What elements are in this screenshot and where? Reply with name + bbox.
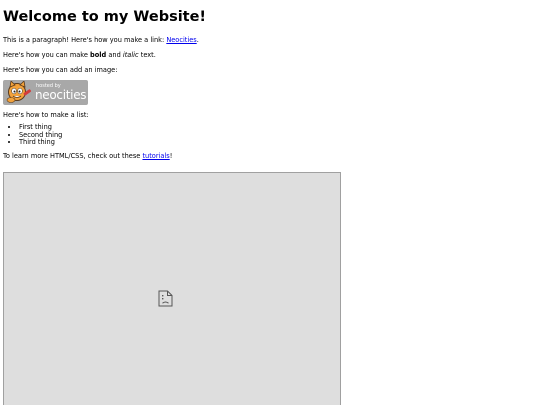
formatting-mid: and bbox=[106, 51, 123, 59]
tutorials-link[interactable]: tutorials bbox=[142, 152, 169, 160]
paragraph-link: This is a paragraph! Here's how you make… bbox=[3, 36, 537, 44]
bold-text: bold bbox=[90, 51, 107, 59]
neocities-link[interactable]: Neocities bbox=[166, 36, 196, 44]
paragraph-link-end: . bbox=[196, 36, 199, 44]
page-title: Welcome to my Website! bbox=[3, 9, 207, 25]
neocities-brand-label: neocities bbox=[35, 88, 87, 102]
list-item: First thing bbox=[19, 123, 537, 132]
paragraph-list: Here's how to make a list: bbox=[3, 111, 89, 119]
hosted-by-neocities-badge: hosted by neocities bbox=[3, 80, 88, 105]
formatting-pre: Here's how you can make bbox=[3, 51, 91, 59]
list-item: Third thing bbox=[19, 139, 537, 147]
neocities-cat-icon bbox=[6, 81, 32, 103]
page: Welcome to my Website! This is a paragra… bbox=[0, 0, 540, 405]
broken-frame-icon bbox=[158, 290, 173, 307]
tutorials-pre: To learn more HTML/CSS, check out these bbox=[3, 151, 143, 160]
thing-list: First thing Second thing Third thing bbox=[3, 123, 537, 147]
list-item: Second thing bbox=[19, 131, 537, 140]
embedded-frame[interactable] bbox=[3, 172, 341, 405]
formatting-post: text. bbox=[138, 51, 156, 59]
paragraph-formatting: Here's how you can make bold and italic … bbox=[3, 51, 537, 59]
tutorials-end: ! bbox=[169, 151, 173, 160]
italic-text: italic bbox=[122, 51, 139, 59]
paragraph-tutorials: To learn more HTML/CSS, check out these … bbox=[3, 152, 537, 160]
paragraph-link-text: This is a paragraph! Here's how you make… bbox=[3, 36, 167, 44]
paragraph-image: Here's how you can add an image: bbox=[3, 66, 118, 74]
